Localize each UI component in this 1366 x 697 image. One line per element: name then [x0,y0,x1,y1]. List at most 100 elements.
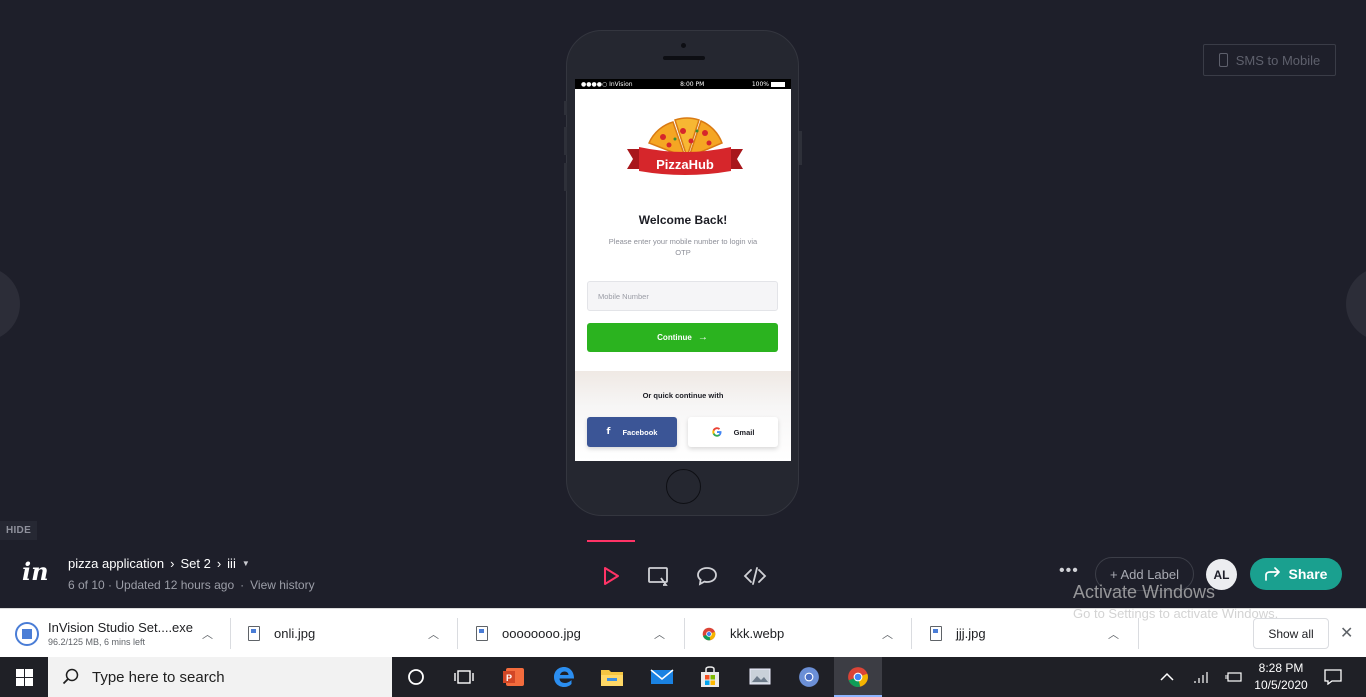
gmail-button[interactable]: Gmail [688,417,778,447]
sms-to-mobile-button[interactable]: SMS to Mobile [1203,44,1336,76]
mail-glyph [650,669,674,684]
taskbar-clock[interactable]: 8:28 PM 10/5/2020 [1246,660,1316,694]
logo-text: PizzaHub [656,157,714,172]
battery-glyph [1225,672,1242,682]
chevron-up-tray-glyph [1160,672,1174,681]
cortana-icon[interactable] [392,657,440,697]
status-carrier: ●●●●○ InVision [581,80,633,88]
search-input[interactable] [92,668,372,686]
sms-to-mobile-label: SMS to Mobile [1235,52,1321,68]
chrome-glyph [799,667,819,687]
status-battery: 100% [752,81,785,88]
chat-bubble-icon[interactable] [695,564,719,588]
facebook-icon: f [606,427,611,437]
download-item[interactable]: oooooooo.jpg ︿ [476,609,682,658]
clock-date: 10/5/2020 [1254,678,1308,692]
chevron-up-icon[interactable]: ︿ [202,626,213,642]
show-all-button[interactable]: Show all [1253,618,1329,649]
chevron-up-icon[interactable]: ︿ [654,626,665,642]
quick-continue-panel: Or quick continue with f Facebook Gmail [575,371,791,461]
screen-position-updated: 6 of 10 · Updated 12 hours ago [68,578,235,592]
code-inspect-icon[interactable] [743,564,767,588]
installer-file-icon [15,621,39,646]
download-name: jjj.jpg [956,626,986,641]
battery-percent: 100% [751,80,769,88]
network-icon[interactable] [1194,657,1210,697]
chrome-active-window-icon[interactable] [834,657,882,697]
divider [1138,618,1139,649]
svg-text:P: P [506,673,512,683]
divider [684,618,685,649]
battery-power-icon[interactable] [1224,657,1242,697]
photos-app-icon[interactable] [736,657,784,697]
previous-screen-button[interactable] [0,267,20,341]
continue-button[interactable]: Continue → [587,323,778,352]
folder-glyph [601,670,623,686]
caret-down-icon[interactable]: ▼ [242,559,250,568]
phone-home-button [666,469,701,504]
show-hidden-icons-icon[interactable] [1160,657,1174,697]
meta-separator: · [240,578,245,592]
edge-browser-icon[interactable] [540,657,588,697]
breadcrumb-set[interactable]: Set 2 [180,556,210,571]
download-name: InVision Studio Set....exe [48,620,194,635]
chrome-app-icon[interactable] [785,657,833,697]
phone-side-button [564,127,567,155]
wifi-glyph [1194,672,1208,683]
breadcrumb: pizza application › Set 2 › iii ▼ [68,556,250,571]
screen-meta: 6 of 10 · Updated 12 hours ago · View hi… [68,578,315,592]
download-item[interactable]: kkk.webp ︿ [702,609,908,658]
share-button[interactable]: Share [1250,558,1342,590]
task-view-icon[interactable] [440,657,488,697]
breadcrumb-screen[interactable]: iii [227,556,236,571]
next-screen-button[interactable] [1346,267,1366,341]
phone-camera [681,43,686,48]
arrow-right-icon: → [697,332,708,343]
powerpoint-app-icon[interactable]: P [490,657,538,697]
download-item[interactable]: jjj.jpg ︿ [930,609,1130,658]
download-progress: 96.2/125 MB, 6 mins left [48,637,146,647]
mobile-number-input[interactable] [587,281,778,311]
download-name: onli.jpg [274,626,316,641]
login-subtitle: Please enter your mobile number to login… [608,237,758,257]
mail-app-icon[interactable] [638,657,686,697]
chevron-up-icon[interactable]: ︿ [428,626,439,642]
chevron-up-icon[interactable]: ︿ [1108,626,1119,642]
task-view-glyph [454,670,474,684]
store-glyph [701,666,719,687]
clock-time: 8:28 PM [1258,661,1304,675]
edge-glyph [554,667,575,687]
google-g-icon [711,427,722,437]
status-time: 8:00 PM [680,80,705,88]
invision-logo-icon[interactable]: in [22,557,49,586]
activate-windows-watermark: Activate Windows [1073,582,1216,602]
hide-toolbar-button[interactable]: HIDE [0,521,37,540]
gmail-label: Gmail [733,427,755,437]
preview-play-icon[interactable] [599,564,623,588]
phone-side-button [564,163,567,191]
mobile-phone-icon [1218,53,1228,67]
start-button[interactable] [0,657,48,697]
continue-label: Continue [657,333,692,342]
breadcrumb-project[interactable]: pizza application [68,556,164,571]
search-icon [62,668,79,685]
facebook-button[interactable]: f Facebook [587,417,677,447]
taskbar-search[interactable] [48,657,392,697]
comment-screen-icon[interactable] [646,564,670,588]
share-arrow-icon [1264,567,1280,581]
cortana-circle [408,669,424,685]
chevron-up-icon[interactable]: ︿ [882,626,893,642]
more-options-icon[interactable]: ••• [1059,562,1079,580]
file-explorer-icon[interactable] [588,657,636,697]
download-item[interactable]: InVision Studio Set....exe 96.2/125 MB, … [14,609,228,658]
store-app-icon[interactable] [686,657,734,697]
phone-speaker [663,56,705,60]
download-item[interactable]: onli.jpg ︿ [248,609,454,658]
chrome-file-icon [702,627,716,640]
chevron-right-icon: › [216,556,222,571]
photos-glyph [749,668,771,685]
action-center-icon[interactable] [1324,657,1342,697]
view-history-link[interactable]: View history [250,578,314,592]
close-icon[interactable]: ✕ [1340,623,1353,643]
notification-glyph [1324,669,1342,685]
